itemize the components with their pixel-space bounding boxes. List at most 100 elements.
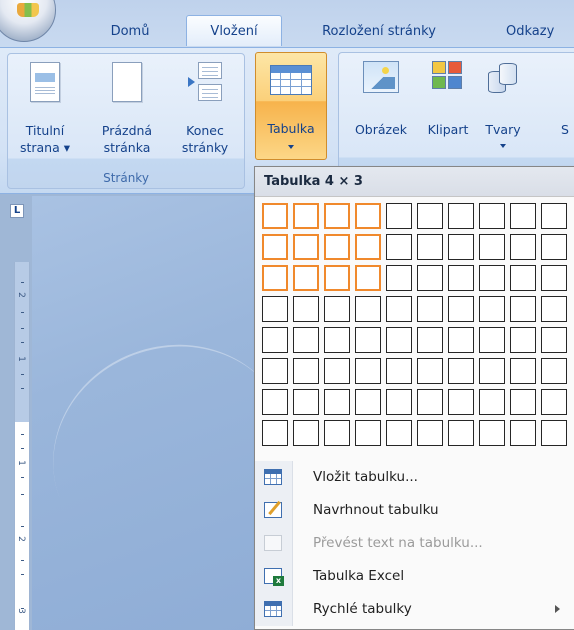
grid-cell-r5-c3[interactable] xyxy=(324,327,350,353)
grid-cell-r7-c8[interactable] xyxy=(479,389,505,415)
grid-cell-r5-c10[interactable] xyxy=(541,327,567,353)
grid-cell-r4-c9[interactable] xyxy=(510,296,536,322)
grid-cell-r3-c8[interactable] xyxy=(479,265,505,291)
grid-cell-r8-c10[interactable] xyxy=(541,420,567,446)
grid-cell-r1-c5[interactable] xyxy=(386,203,412,229)
grid-cell-r2-c9[interactable] xyxy=(510,234,536,260)
grid-cell-r6-c9[interactable] xyxy=(510,358,536,384)
grid-cell-r5-c7[interactable] xyxy=(448,327,474,353)
grid-cell-r3-c10[interactable] xyxy=(541,265,567,291)
picture-button[interactable]: Obrázek xyxy=(345,53,417,161)
grid-cell-r1-c2[interactable] xyxy=(293,203,319,229)
grid-cell-r3-c2[interactable] xyxy=(293,265,319,291)
group-pages-label: Stránky xyxy=(103,171,149,185)
grid-cell-r1-c9[interactable] xyxy=(510,203,536,229)
grid-cell-r4-c1[interactable] xyxy=(262,296,288,322)
grid-cell-r2-c4[interactable] xyxy=(355,234,381,260)
grid-cell-r1-c10[interactable] xyxy=(541,203,567,229)
office-button[interactable] xyxy=(0,0,56,42)
tab-home[interactable]: Domů xyxy=(96,18,164,46)
grid-cell-r1-c8[interactable] xyxy=(479,203,505,229)
grid-cell-r4-c4[interactable] xyxy=(355,296,381,322)
grid-cell-r3-c9[interactable] xyxy=(510,265,536,291)
grid-cell-r4-c8[interactable] xyxy=(479,296,505,322)
grid-cell-r1-c1[interactable] xyxy=(262,203,288,229)
grid-cell-r4-c3[interactable] xyxy=(324,296,350,322)
grid-cell-r7-c9[interactable] xyxy=(510,389,536,415)
cover-page-button[interactable]: Titulní strana ▾ xyxy=(8,54,82,162)
grid-cell-r8-c8[interactable] xyxy=(479,420,505,446)
grid-cell-r8-c6[interactable] xyxy=(417,420,443,446)
grid-cell-r8-c9[interactable] xyxy=(510,420,536,446)
grid-cell-r8-c5[interactable] xyxy=(386,420,412,446)
grid-cell-r7-c4[interactable] xyxy=(355,389,381,415)
grid-cell-r6-c2[interactable] xyxy=(293,358,319,384)
grid-cell-r4-c7[interactable] xyxy=(448,296,474,322)
grid-cell-r6-c7[interactable] xyxy=(448,358,474,384)
page-break-button[interactable]: Konec stránky xyxy=(168,54,242,162)
grid-cell-r8-c3[interactable] xyxy=(324,420,350,446)
smartart-button[interactable]: S xyxy=(561,53,574,161)
grid-cell-r1-c4[interactable] xyxy=(355,203,381,229)
grid-cell-r7-c1[interactable] xyxy=(262,389,288,415)
grid-cell-r5-c5[interactable] xyxy=(386,327,412,353)
grid-cell-r3-c5[interactable] xyxy=(386,265,412,291)
grid-cell-r8-c4[interactable] xyxy=(355,420,381,446)
grid-cell-r8-c2[interactable] xyxy=(293,420,319,446)
grid-cell-r2-c3[interactable] xyxy=(324,234,350,260)
grid-cell-r4-c2[interactable] xyxy=(293,296,319,322)
grid-cell-r4-c6[interactable] xyxy=(417,296,443,322)
grid-cell-r4-c5[interactable] xyxy=(386,296,412,322)
grid-cell-r5-c9[interactable] xyxy=(510,327,536,353)
office-logo-icon xyxy=(17,3,39,17)
grid-cell-r3-c3[interactable] xyxy=(324,265,350,291)
grid-cell-r6-c1[interactable] xyxy=(262,358,288,384)
grid-cell-r6-c5[interactable] xyxy=(386,358,412,384)
grid-cell-r1-c7[interactable] xyxy=(448,203,474,229)
tab-references[interactable]: Odkazy xyxy=(470,18,574,46)
grid-cell-r1-c3[interactable] xyxy=(324,203,350,229)
grid-cell-r3-c7[interactable] xyxy=(448,265,474,291)
grid-cell-r8-c1[interactable] xyxy=(262,420,288,446)
grid-cell-r2-c2[interactable] xyxy=(293,234,319,260)
grid-cell-r7-c6[interactable] xyxy=(417,389,443,415)
grid-cell-r2-c8[interactable] xyxy=(479,234,505,260)
grid-cell-r1-c6[interactable] xyxy=(417,203,443,229)
tab-page-layout[interactable]: Rozložení stránky xyxy=(298,18,460,46)
grid-cell-r6-c6[interactable] xyxy=(417,358,443,384)
grid-cell-r2-c6[interactable] xyxy=(417,234,443,260)
grid-cell-r7-c2[interactable] xyxy=(293,389,319,415)
clipart-button[interactable]: Klipart xyxy=(419,53,477,161)
grid-cell-r5-c4[interactable] xyxy=(355,327,381,353)
grid-cell-r2-c5[interactable] xyxy=(386,234,412,260)
grid-cell-r2-c10[interactable] xyxy=(541,234,567,260)
grid-cell-r6-c8[interactable] xyxy=(479,358,505,384)
grid-cell-r8-c7[interactable] xyxy=(448,420,474,446)
grid-cell-r5-c1[interactable] xyxy=(262,327,288,353)
grid-cell-r5-c6[interactable] xyxy=(417,327,443,353)
grid-cell-r4-c10[interactable] xyxy=(541,296,567,322)
grid-cell-r3-c1[interactable] xyxy=(262,265,288,291)
table-button[interactable]: Tabulka xyxy=(255,52,327,160)
grid-cell-r6-c10[interactable] xyxy=(541,358,567,384)
grid-cell-r5-c2[interactable] xyxy=(293,327,319,353)
draw-table-menu-item[interactable]: Navrhnout tabulku xyxy=(255,494,574,527)
insert-table-menu-item[interactable]: Vložit tabulku... xyxy=(255,461,574,494)
blank-page-button[interactable]: Prázdná stránka xyxy=(88,54,166,162)
grid-cell-r7-c10[interactable] xyxy=(541,389,567,415)
grid-cell-r6-c3[interactable] xyxy=(324,358,350,384)
grid-cell-r6-c4[interactable] xyxy=(355,358,381,384)
excel-table-menu-item[interactable]: Tabulka Excel xyxy=(255,560,574,593)
grid-cell-r2-c1[interactable] xyxy=(262,234,288,260)
grid-cell-r5-c8[interactable] xyxy=(479,327,505,353)
grid-cell-r3-c4[interactable] xyxy=(355,265,381,291)
tab-selector-button[interactable]: L xyxy=(10,204,24,218)
shapes-button[interactable]: Tvary xyxy=(479,53,527,161)
quick-tables-menu-item[interactable]: Rychlé tabulky xyxy=(255,593,574,626)
grid-cell-r3-c6[interactable] xyxy=(417,265,443,291)
grid-cell-r7-c5[interactable] xyxy=(386,389,412,415)
tab-insert[interactable]: Vložení xyxy=(186,15,282,46)
grid-cell-r7-c3[interactable] xyxy=(324,389,350,415)
grid-cell-r2-c7[interactable] xyxy=(448,234,474,260)
grid-cell-r7-c7[interactable] xyxy=(448,389,474,415)
